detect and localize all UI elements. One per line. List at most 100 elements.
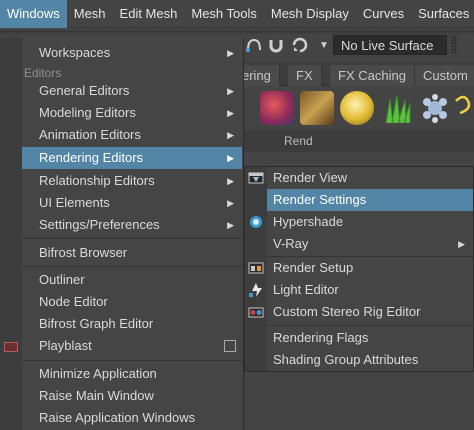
panel-header: Rend <box>240 130 474 152</box>
menu-item-label: Relationship Editors <box>39 173 155 188</box>
submenu-item-rendering-flags[interactable]: Rendering Flags <box>267 327 473 349</box>
submenu-arrow-icon: ▶ <box>227 153 234 163</box>
submenu-arrow-icon: ▶ <box>227 198 234 208</box>
menu-mesh[interactable]: Mesh <box>67 0 113 28</box>
hypershade-icon <box>248 214 264 230</box>
magnet-icon[interactable] <box>266 35 286 55</box>
light-sphere-icon[interactable] <box>340 91 374 125</box>
menu-item-label: Rendering Editors <box>39 150 144 165</box>
menu-item-node-editor[interactable]: Node Editor <box>22 291 242 313</box>
rendering-editors-submenu: Render View Render Settings Hypershade V… <box>244 166 474 372</box>
tab-fx[interactable]: FX <box>288 65 322 86</box>
menu-item-label: Bifrost Browser <box>39 245 128 260</box>
menubar: Windows Mesh Edit Mesh Mesh Tools Mesh D… <box>0 0 474 28</box>
stereo-rig-icon <box>248 304 264 320</box>
submenu-arrow-icon: ▶ <box>227 176 234 186</box>
menu-windows[interactable]: Windows <box>0 0 67 28</box>
playblast-icon <box>4 342 18 352</box>
particle-icon[interactable] <box>418 91 452 125</box>
shader-ball-icon[interactable] <box>260 91 294 125</box>
light-editor-icon <box>248 282 264 298</box>
menu-item-label: General Editors <box>39 83 130 98</box>
menu-item-relationship-editors[interactable]: Relationship Editors ▶ <box>22 170 242 192</box>
submenu-item-label: Shading Group Attributes <box>273 352 419 367</box>
menu-item-rendering-editors[interactable]: Rendering Editors ▶ <box>22 147 242 169</box>
panel-header-label: Rend <box>284 134 313 148</box>
menu-item-label: Node Editor <box>39 294 108 309</box>
menu-item-label: Raise Main Window <box>39 388 154 403</box>
menu-item-ui-elements[interactable]: UI Elements ▶ <box>22 192 242 214</box>
submenu-item-v-ray[interactable]: V-Ray ▶ <box>267 233 473 255</box>
submenu-arrow-icon: ▶ <box>227 220 234 230</box>
submenu-item-label: Rendering Flags <box>273 330 369 345</box>
menu-item-modeling-editors[interactable]: Modeling Editors ▶ <box>22 102 242 124</box>
windows-menu: Workspaces ▶ Editors General Editors ▶ M… <box>0 38 244 430</box>
menu-divider <box>22 238 242 239</box>
submenu-arrow-icon: ▶ <box>458 239 465 249</box>
submenu-item-hypershade[interactable]: Hypershade <box>267 211 473 233</box>
tab-fx-caching[interactable]: FX Caching <box>330 65 415 86</box>
live-surface-icon[interactable] <box>290 35 310 55</box>
menu-item-minimize-application[interactable]: Minimize Application <box>22 363 242 385</box>
texture-icon[interactable] <box>300 91 334 125</box>
submenu-divider <box>267 325 473 326</box>
menu-mesh-display[interactable]: Mesh Display <box>264 0 356 28</box>
grass-icon[interactable] <box>380 91 414 125</box>
submenu-item-label: Light Editor <box>273 282 339 297</box>
toolbar-grip-vertical <box>451 36 457 54</box>
menu-item-general-editors[interactable]: General Editors ▶ <box>22 80 242 102</box>
submenu-item-render-settings[interactable]: Render Settings <box>267 189 473 211</box>
curve-tool-icon[interactable] <box>454 91 474 125</box>
menu-item-workspaces[interactable]: Workspaces ▶ <box>22 42 242 64</box>
menu-item-settings-preferences[interactable]: Settings/Preferences ▶ <box>22 214 242 236</box>
chevron-down-icon[interactable]: ▼ <box>314 35 334 55</box>
menu-item-raise-application-windows[interactable]: Raise Application Windows <box>22 407 242 429</box>
render-view-icon <box>248 170 264 186</box>
menu-divider <box>22 266 242 267</box>
menu-mesh-tools[interactable]: Mesh Tools <box>184 0 264 28</box>
submenu-item-light-editor[interactable]: Light Editor <box>267 279 473 301</box>
menu-item-bifrost-graph-editor[interactable]: Bifrost Graph Editor <box>22 313 242 335</box>
submenu-item-render-view[interactable]: Render View <box>267 167 473 189</box>
menu-item-label: Settings/Preferences <box>39 217 160 232</box>
submenu-arrow-icon: ▶ <box>227 86 234 96</box>
menu-item-label: UI Elements <box>39 195 110 210</box>
submenu-item-custom-stereo-rig-editor[interactable]: Custom Stereo Rig Editor <box>267 301 473 323</box>
menu-item-playblast[interactable]: Playblast <box>22 335 242 357</box>
section-caption-editors: Editors <box>24 66 62 80</box>
menu-item-raise-main-window[interactable]: Raise Main Window <box>22 385 242 407</box>
submenu-item-label: V-Ray <box>273 236 309 251</box>
submenu-item-render-setup[interactable]: Render Setup <box>267 257 473 279</box>
menu-item-animation-editors[interactable]: Animation Editors ▶ <box>22 124 242 146</box>
menu-item-label: Playblast <box>39 338 92 353</box>
tab-rendering[interactable]: ering <box>240 65 280 86</box>
submenu-item-shading-group-attributes[interactable]: Shading Group Attributes <box>267 349 473 371</box>
menu-gutter <box>0 38 22 430</box>
menu-divider <box>22 360 242 361</box>
menu-curves[interactable]: Curves <box>356 0 411 28</box>
menu-item-label: Animation Editors <box>39 127 141 142</box>
shelf-tabs: ering FX FX Caching Custom <box>240 62 474 86</box>
menu-item-label: Minimize Application <box>39 366 157 381</box>
tab-custom[interactable]: Custom <box>415 65 474 86</box>
submenu-arrow-icon: ▶ <box>227 48 234 58</box>
menu-edit-mesh[interactable]: Edit Mesh <box>113 0 185 28</box>
menu-item-label: Raise Application Windows <box>39 410 196 425</box>
live-surface-field[interactable]: No Live Surface <box>333 35 447 55</box>
menu-item-label: Workspaces <box>39 45 111 60</box>
menu-item-outliner[interactable]: Outliner <box>22 269 242 291</box>
menu-item-label: Outliner <box>39 272 85 287</box>
snap-curve-icon[interactable] <box>244 35 264 55</box>
submenu-arrow-icon: ▶ <box>227 108 234 118</box>
submenu-item-label: Custom Stereo Rig Editor <box>273 304 421 319</box>
submenu-item-label: Render Settings <box>273 192 367 207</box>
menu-surfaces[interactable]: Surfaces <box>411 0 474 28</box>
option-box-icon[interactable] <box>224 340 236 352</box>
shelf-icons <box>240 87 474 129</box>
submenu-item-label: Hypershade <box>273 214 344 229</box>
render-setup-icon <box>248 260 264 276</box>
submenu-item-label: Render Setup <box>273 260 354 275</box>
menu-item-label: Modeling Editors <box>39 105 136 120</box>
menu-item-bifrost-browser[interactable]: Bifrost Browser <box>22 242 242 264</box>
menu-item-label: Bifrost Graph Editor <box>39 316 154 331</box>
